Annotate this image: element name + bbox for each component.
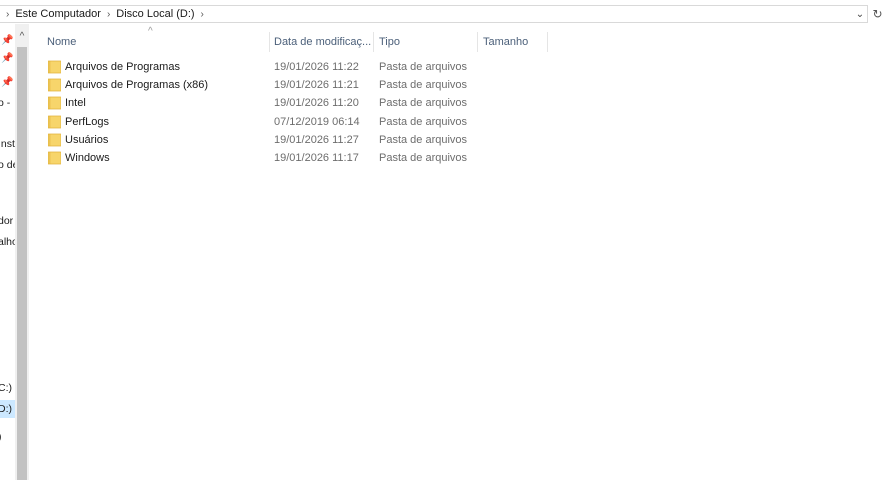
folder-icon [48,151,61,165]
folder-icon [48,133,61,147]
chevron-down-icon[interactable]: ⌄ [853,7,867,23]
file-date: 19/01/2026 11:22 [274,61,359,73]
file-row[interactable]: Arquivos de Programas 19/01/2026 11:22 Pas… [29,58,549,76]
pin-icon: 📌 [1,35,14,46]
file-date: 07/12/2019 06:14 [274,115,360,128]
file-list-view: ^ Nome Data de modificaç... Tipo Tamanho… [29,24,885,480]
file-type: Pasta de arquivos [379,61,468,73]
folder-icon [48,60,61,74]
nav-item-5[interactable]: Inst [0,135,15,153]
file-row[interactable]: Intel 19/01/2026 11:20 Pasta de arquivos [29,94,549,112]
file-type: Pasta de arquivos [379,133,468,146]
file-date: 19/01/2026 11:27 [274,133,359,146]
column-header-date[interactable]: Data de modificaç... [274,32,374,52]
chevron-right-icon[interactable]: › [201,9,204,20]
file-row[interactable]: Windows 19/01/2026 11:17 Pasta de arquivos [29,149,549,167]
nav-item-8[interactable]: alho [0,233,18,251]
chevron-right-icon[interactable]: › [107,9,110,20]
file-name[interactable]: Intel [65,94,86,112]
nav-item-7[interactable]: dor [0,212,15,230]
breadcrumb-este-computador[interactable]: Este Computador [15,8,101,20]
breadcrumb-disco-local-d[interactable]: Disco Local (D:) [116,8,194,20]
address-bar[interactable]: › Este Computador › Disco Local (D:) › ⌄ [0,5,868,23]
file-type: Pasta de arquivos [379,97,468,110]
pin-icon: 📌 [1,77,14,88]
column-divider[interactable] [477,32,478,52]
column-header-type[interactable]: Tipo [379,32,474,52]
folder-icon [48,115,61,128]
file-date: 19/01/2026 11:21 [274,79,359,92]
column-divider[interactable] [373,32,374,52]
file-rows: Arquivos de Programas 19/01/2026 11:22 Pas… [29,58,549,167]
file-name[interactable]: PerfLogs [65,113,109,131]
refresh-icon[interactable]: ↻ [870,6,885,22]
folder-icon [48,78,61,92]
pin-icon: 📌 [1,53,14,64]
column-header-name[interactable]: Nome [47,32,267,52]
scroll-thumb[interactable] [17,47,27,480]
scroll-up-icon[interactable]: ^ [15,30,29,44]
nav-item-6[interactable]: o de [0,156,18,174]
file-date: 19/01/2026 11:17 [274,151,359,164]
file-name[interactable]: Arquivos de Programas (x86) [65,76,208,94]
file-type: Pasta de arquivos [379,115,468,128]
column-header-size[interactable]: Tamanho [483,32,543,52]
nav-item-drive-d[interactable]: D:) [0,400,15,418]
folder-icon [48,96,61,110]
nav-item-11[interactable]: ) [0,428,15,446]
file-name[interactable]: Usuários [65,131,108,149]
file-name[interactable]: Windows [65,149,110,167]
file-row[interactable]: Arquivos de Programas (x86) 19/01/2026 11… [29,76,549,94]
file-row[interactable]: PerfLogs 07/12/2019 06:14 Pasta de arquivo… [29,113,549,131]
file-type: Pasta de arquivos [379,79,468,92]
nav-item-4[interactable]: o - [0,94,15,112]
chevron-right-icon[interactable]: › [6,9,9,20]
file-row[interactable]: Usuários 19/01/2026 11:27 Pasta de arquivo… [29,131,549,149]
column-divider[interactable] [547,32,548,52]
file-date: 19/01/2026 11:20 [274,97,359,110]
column-divider[interactable] [269,32,270,52]
file-type: Pasta de arquivos [379,151,468,164]
file-name[interactable]: Arquivos de Programas [65,58,180,76]
nav-scrollbar[interactable]: ^ [15,24,29,480]
nav-item-drive-c[interactable]: C:) [0,379,15,397]
